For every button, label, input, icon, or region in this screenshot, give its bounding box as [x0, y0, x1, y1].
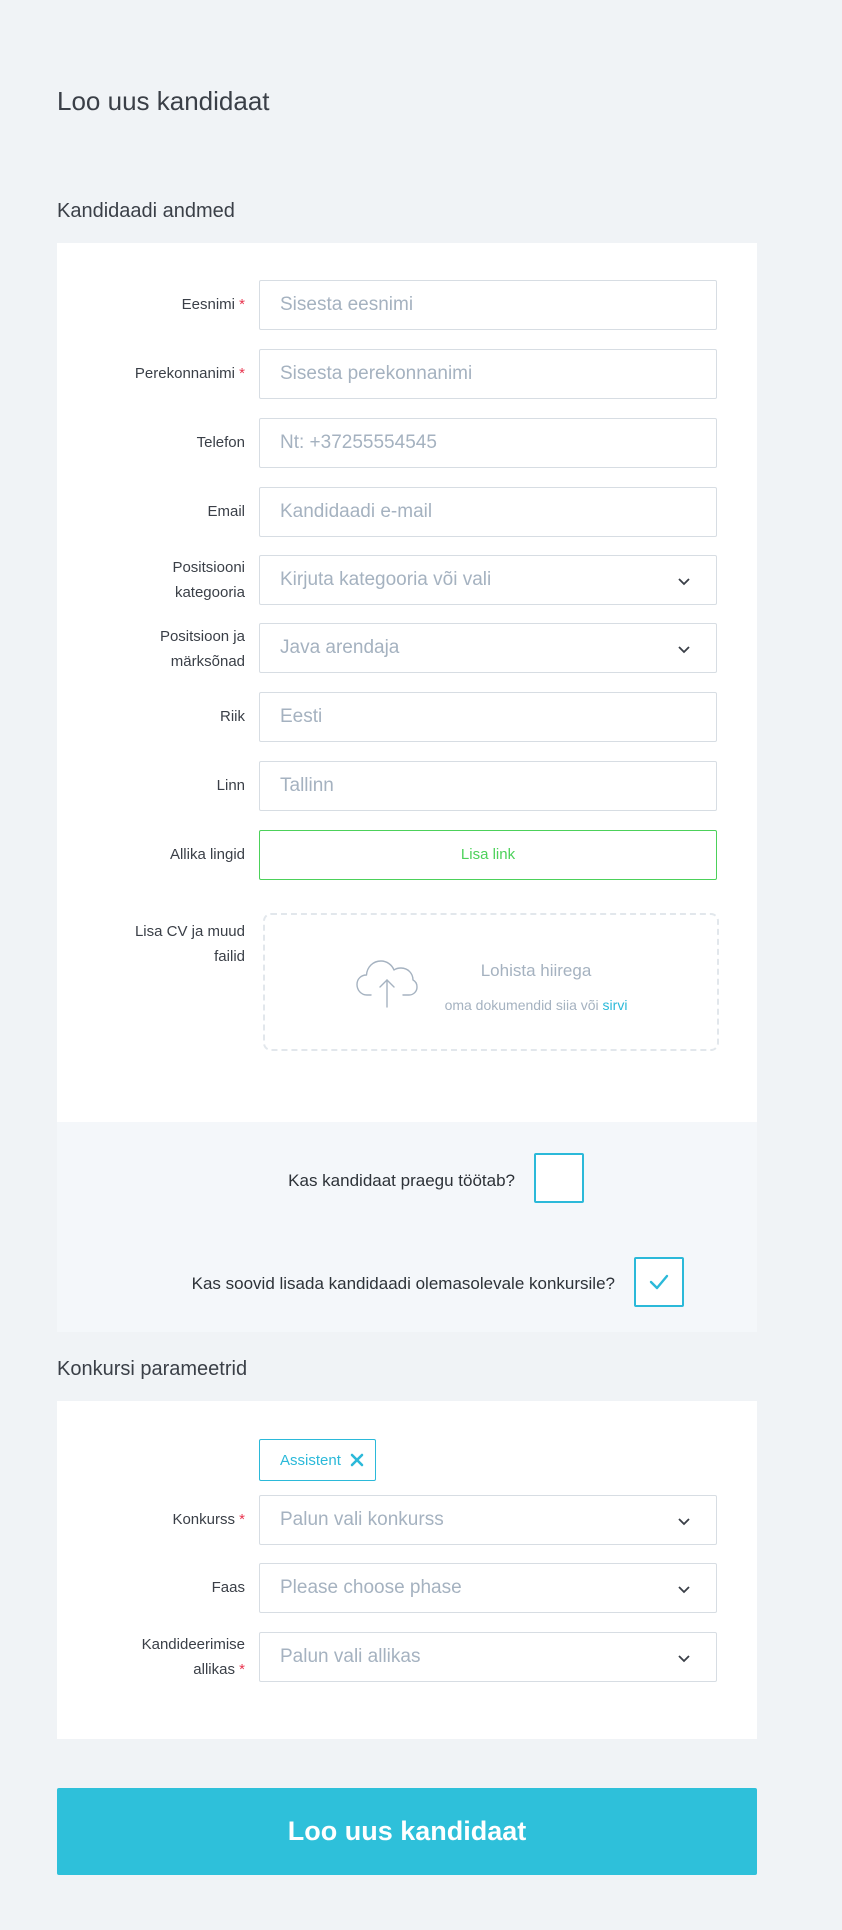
email-label: Email	[207, 503, 245, 520]
email-field[interactable]	[259, 487, 717, 537]
category-select[interactable]	[259, 555, 717, 605]
email-input[interactable]	[260, 488, 716, 536]
phone-row: Telefon	[57, 418, 757, 468]
category-input[interactable]	[260, 556, 716, 604]
source-label: Kandideerimise allikas *	[141, 1636, 245, 1678]
currently-working-question: Kas kandidaat praegu töötab?	[288, 1171, 515, 1190]
position-label: Positsioon ja märksõnad	[159, 628, 245, 670]
city-input[interactable]	[260, 762, 716, 810]
source-links-label: Allika lingid	[169, 846, 245, 863]
phone-label: Telefon	[196, 434, 245, 451]
files-label: Lisa CV ja muud failid	[134, 923, 245, 965]
competition-row: Konkurss *	[57, 1495, 757, 1545]
category-label: Positsiooni kategooria	[172, 559, 245, 601]
city-label: Linn	[216, 777, 245, 794]
last-name-input[interactable]	[260, 350, 716, 398]
remove-tag-icon[interactable]	[345, 1448, 369, 1472]
candidate-card: Eesnimi * Perekonnanimi * Telefon Email …	[57, 243, 757, 1123]
country-input[interactable]	[260, 693, 716, 741]
first-name-label: Eesnimi *	[181, 296, 245, 313]
required-marker: *	[239, 1661, 245, 1678]
last-name-row: Perekonnanimi *	[57, 349, 757, 399]
position-select[interactable]	[259, 623, 717, 673]
city-field[interactable]	[259, 761, 717, 811]
competition-input[interactable]	[260, 1496, 716, 1544]
competition-card: Assistent Konkurss * Faas Kandideerimise…	[57, 1401, 757, 1739]
phase-select[interactable]	[259, 1563, 717, 1613]
city-row: Linn	[57, 761, 757, 811]
source-select[interactable]	[259, 1632, 717, 1682]
competition-select[interactable]	[259, 1495, 717, 1545]
email-row: Email	[57, 487, 757, 537]
chevron-down-icon[interactable]	[676, 573, 692, 589]
competition-tag: Assistent	[259, 1439, 376, 1481]
required-marker: *	[239, 365, 245, 382]
first-name-row: Eesnimi *	[57, 280, 757, 330]
dropzone-title: Lohista hiirega	[480, 961, 592, 980]
chevron-down-icon[interactable]	[676, 1650, 692, 1666]
phase-input[interactable]	[260, 1564, 716, 1612]
required-marker: *	[239, 1511, 245, 1528]
competition-label: Konkurss *	[172, 1511, 245, 1528]
competition-section-title: Konkursi parameetrid	[57, 1358, 248, 1380]
add-to-competition-checkbox[interactable]	[634, 1257, 684, 1307]
required-marker: *	[239, 296, 245, 313]
cloud-upload-icon	[356, 960, 418, 1008]
first-name-field[interactable]	[259, 280, 717, 330]
tag-label: Assistent	[280, 1452, 341, 1469]
first-name-input[interactable]	[260, 281, 716, 329]
file-dropzone[interactable]: Lohista hiirega oma dokumendid siia või …	[263, 913, 719, 1051]
create-candidate-button[interactable]: Loo uus kandidaat	[57, 1788, 757, 1875]
phase-row: Faas	[57, 1563, 757, 1613]
country-field[interactable]	[259, 692, 717, 742]
add-to-competition-question: Kas soovid lisada kandidaadi olemasoleva…	[191, 1274, 615, 1293]
country-row: Riik	[57, 692, 757, 742]
phone-field[interactable]	[259, 418, 717, 468]
phone-input[interactable]	[260, 419, 716, 467]
browse-link[interactable]: sirvi	[603, 997, 628, 1013]
category-row: Positsiooni kategooria	[57, 555, 757, 605]
last-name-field[interactable]	[259, 349, 717, 399]
dropzone-subtitle: oma dokumendid siia või sirvi	[444, 997, 628, 1013]
candidate-section-title: Kandidaadi andmed	[57, 200, 235, 222]
position-row: Positsioon ja märksõnad	[57, 623, 757, 673]
position-input[interactable]	[260, 624, 716, 672]
source-row: Kandideerimise allikas *	[57, 1632, 757, 1682]
source-input[interactable]	[260, 1633, 716, 1681]
page-title: Loo uus kandidaat	[57, 86, 270, 116]
last-name-label: Perekonnanimi *	[134, 365, 245, 382]
phase-label: Faas	[211, 1579, 245, 1596]
questions-block: Kas kandidaat praegu töötab? Kas soovid …	[57, 1122, 757, 1332]
checkmark-icon	[649, 1274, 669, 1290]
source-links-row: Allika lingid Lisa link	[57, 830, 757, 880]
chevron-down-icon[interactable]	[676, 641, 692, 657]
country-label: Riik	[220, 708, 245, 725]
currently-working-checkbox[interactable]	[534, 1153, 584, 1203]
chevron-down-icon[interactable]	[676, 1513, 692, 1529]
add-link-button[interactable]: Lisa link	[259, 830, 717, 880]
chevron-down-icon[interactable]	[676, 1581, 692, 1597]
